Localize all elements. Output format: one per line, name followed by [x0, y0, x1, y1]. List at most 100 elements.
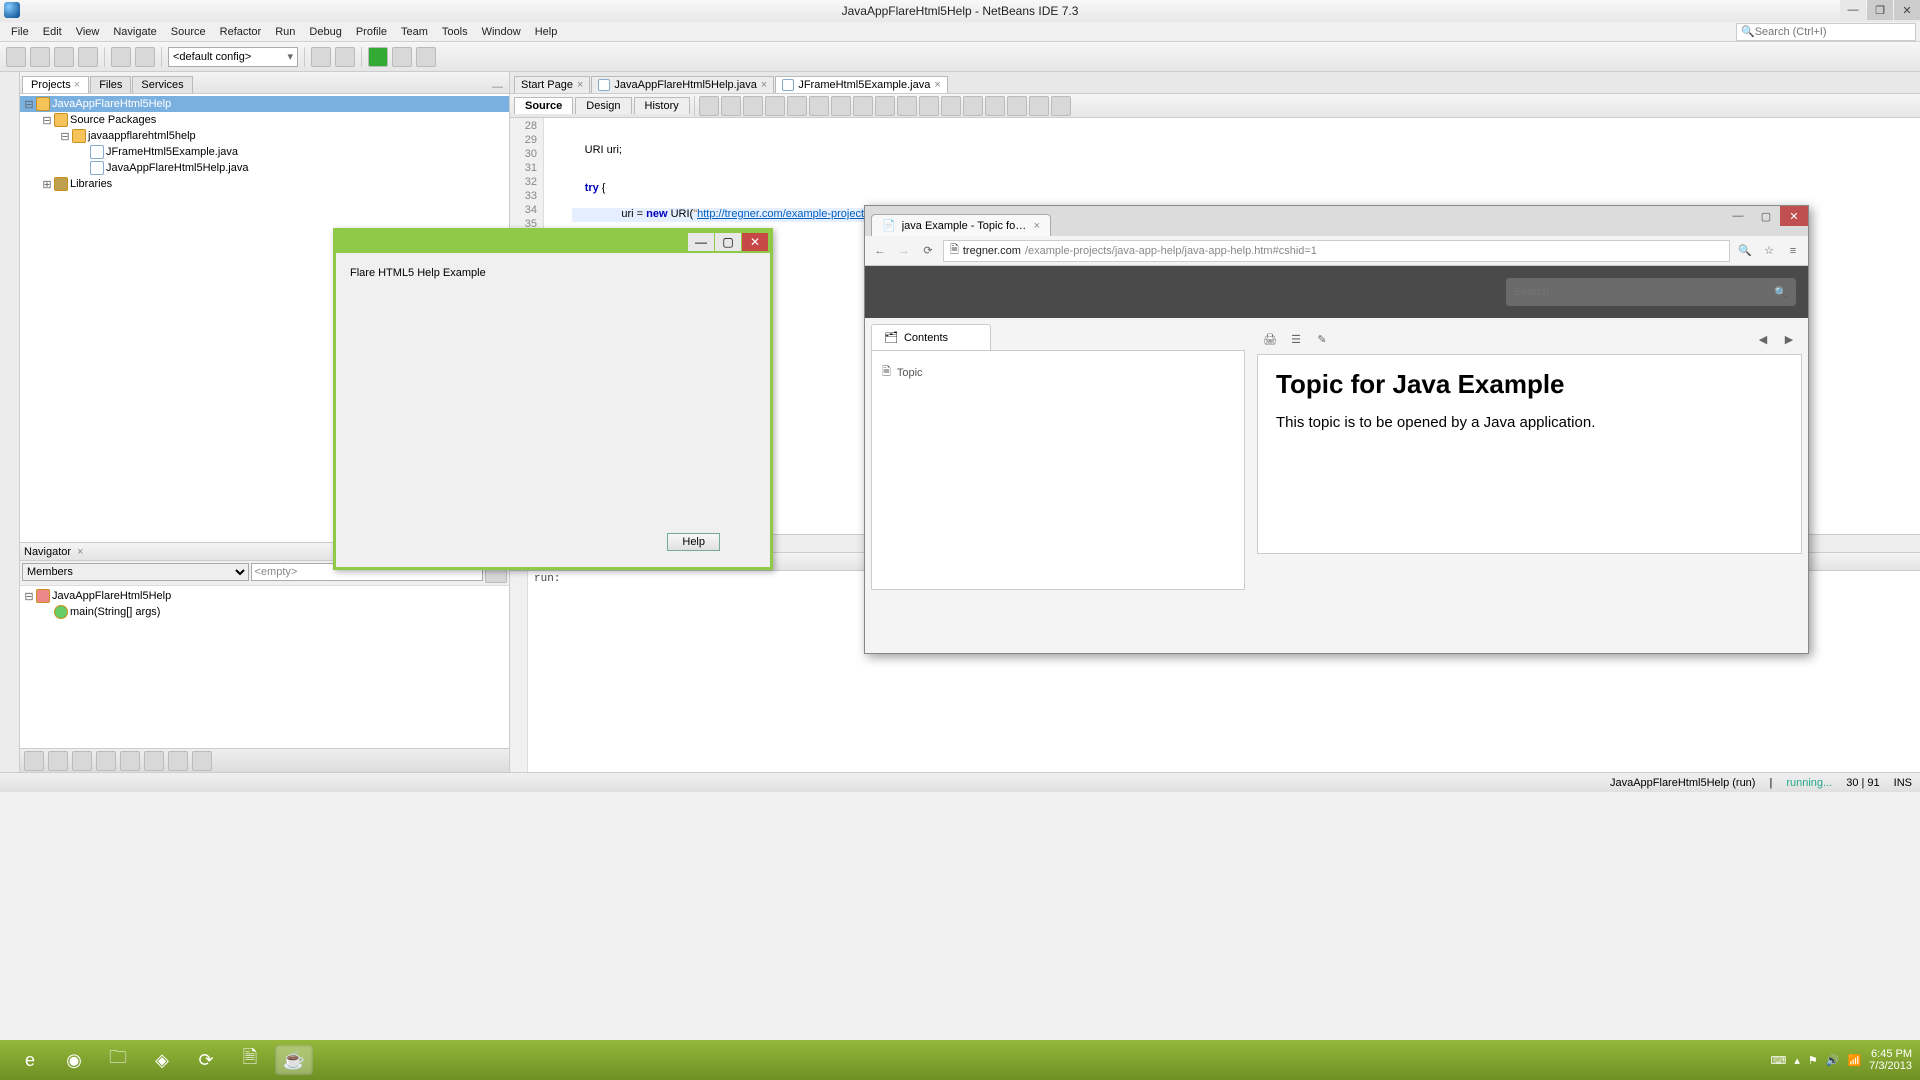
close-icon[interactable]: × [1034, 220, 1040, 232]
tray-icon[interactable]: ⚑ [1808, 1054, 1818, 1067]
menu-window[interactable]: Window [475, 24, 528, 40]
nav-method[interactable]: main(String[] args) [70, 606, 160, 618]
tree-node[interactable]: Libraries [70, 178, 112, 190]
editor-tool-icon[interactable] [721, 96, 741, 116]
reload-icon[interactable]: ⟳ [919, 242, 937, 260]
editor-tool-icon[interactable] [919, 96, 939, 116]
build-icon[interactable] [311, 47, 331, 67]
system-tray[interactable]: ⌨ ▴ ⚑ 🔊 📶 6:45 PM 7/3/2013 [1770, 1048, 1912, 1072]
java-app-window[interactable]: — ▢ ✕ Flare HTML5 Help Example Help [333, 228, 773, 570]
close-button[interactable]: ✕ [1894, 0, 1920, 20]
close-icon[interactable]: × [77, 546, 83, 558]
subtab-design[interactable]: Design [575, 97, 631, 114]
editor-tab-file[interactable]: JFrameHtml5Example.java× [775, 76, 947, 93]
tray-icon[interactable]: 🔊 [1826, 1054, 1840, 1067]
minimize-button[interactable]: — [1724, 206, 1752, 226]
open-project-icon[interactable] [54, 47, 74, 67]
filter-icon[interactable] [120, 751, 140, 771]
editor-tool-icon[interactable] [897, 96, 917, 116]
menu-team[interactable]: Team [394, 24, 435, 40]
editor-tool-icon[interactable] [985, 96, 1005, 116]
menu-view[interactable]: View [69, 24, 107, 40]
tree-file[interactable]: JFrameHtml5Example.java [106, 146, 238, 158]
tree-node[interactable]: Source Packages [70, 114, 156, 126]
filter-icon[interactable] [96, 751, 116, 771]
tab-services[interactable]: Services [132, 76, 192, 93]
editor-tool-icon[interactable] [831, 96, 851, 116]
maximize-button[interactable]: ❐ [1867, 0, 1893, 20]
close-icon[interactable]: × [934, 79, 940, 91]
filter-icon[interactable] [48, 751, 68, 771]
tree-file[interactable]: JavaAppFlareHtml5Help.java [106, 162, 248, 174]
close-button[interactable]: ✕ [742, 233, 768, 251]
editor-tool-icon[interactable] [765, 96, 785, 116]
quick-search-input[interactable] [1755, 26, 1895, 38]
subtab-history[interactable]: History [634, 97, 690, 114]
editor-tool-icon[interactable] [699, 96, 719, 116]
filter-icon[interactable] [168, 751, 188, 771]
print-icon[interactable]: 🖨 [1261, 330, 1279, 348]
tree-node[interactable]: javaappflarehtml5help [88, 130, 196, 142]
navigator-view-select[interactable]: Members [22, 563, 249, 581]
highlight-icon[interactable]: ✎ [1313, 330, 1331, 348]
menu-refactor[interactable]: Refactor [213, 24, 269, 40]
new-file-icon[interactable] [6, 47, 26, 67]
menu-edit[interactable]: Edit [36, 24, 69, 40]
debug-icon[interactable] [392, 47, 412, 67]
menu-profile[interactable]: Profile [349, 24, 394, 40]
help-search-box[interactable]: 🔍 [1506, 278, 1796, 306]
menu-navigate[interactable]: Navigate [106, 24, 163, 40]
clock[interactable]: 6:45 PM 7/3/2013 [1869, 1048, 1912, 1072]
tab-projects[interactable]: Projects× [22, 76, 89, 93]
next-topic-icon[interactable]: ▶ [1780, 330, 1798, 348]
forward-icon[interactable]: → [895, 242, 913, 260]
chrome-tab[interactable]: 📄 java Example - Topic for J... × [871, 214, 1051, 236]
search-icon[interactable]: 🔍 [1774, 286, 1788, 299]
editor-tool-icon[interactable] [1029, 96, 1049, 116]
editor-tool-icon[interactable] [743, 96, 763, 116]
navigator-tree[interactable]: ⊟JavaAppFlareHtml5Help main(String[] arg… [20, 586, 509, 748]
windows-taskbar[interactable]: e ◉ 🗀 ◈ ⟳ 🗎 ☕ ⌨ ▴ ⚑ 🔊 📶 6:45 PM 7/3/2013 [0, 1040, 1920, 1080]
config-selector[interactable]: <default config> [168, 47, 298, 67]
filter-icon[interactable] [72, 751, 92, 771]
menu-help[interactable]: Help [528, 24, 565, 40]
menu-icon[interactable]: ≡ [1784, 242, 1802, 260]
tab-files[interactable]: Files [90, 76, 131, 93]
editor-tool-icon[interactable] [1051, 96, 1071, 116]
editor-tool-icon[interactable] [1007, 96, 1027, 116]
menu-source[interactable]: Source [164, 24, 213, 40]
minimize-button[interactable]: — [1840, 0, 1866, 20]
run-icon[interactable] [368, 47, 388, 67]
back-icon[interactable]: ← [871, 242, 889, 260]
nav-class[interactable]: JavaAppFlareHtml5Help [52, 590, 171, 602]
project-root[interactable]: JavaAppFlareHtml5Help [52, 98, 171, 110]
quick-search[interactable]: 🔍 [1736, 23, 1916, 41]
zoom-icon[interactable]: 🔍 [1736, 242, 1754, 260]
editor-tab-file[interactable]: JavaAppFlareHtml5Help.java× [591, 76, 774, 93]
tray-icon[interactable]: ⌨ [1770, 1054, 1786, 1067]
filter-icon[interactable] [192, 751, 212, 771]
contents-tab[interactable]: 🗂 Contents [871, 324, 991, 350]
save-all-icon[interactable] [78, 47, 98, 67]
profile-icon[interactable] [416, 47, 436, 67]
close-icon[interactable]: × [761, 79, 767, 91]
address-bar[interactable]: 🗎 tregner.com/example-projects/java-app-… [943, 240, 1730, 262]
close-icon[interactable]: × [74, 79, 80, 91]
menu-run[interactable]: Run [268, 24, 302, 40]
filter-icon[interactable] [24, 751, 44, 771]
editor-tool-icon[interactable] [963, 96, 983, 116]
redo-icon[interactable] [135, 47, 155, 67]
star-icon[interactable]: ☆ [1760, 242, 1778, 260]
undo-icon[interactable] [111, 47, 131, 67]
close-button[interactable]: ✕ [1780, 206, 1808, 226]
clean-build-icon[interactable] [335, 47, 355, 67]
filter-icon[interactable] [144, 751, 164, 771]
expand-icon[interactable]: ☰ [1287, 330, 1305, 348]
taskbar-app-icon[interactable]: 🗎 [231, 1045, 269, 1075]
tray-icon[interactable]: ▴ [1794, 1054, 1800, 1067]
minimize-button[interactable]: — [688, 233, 714, 251]
toc-item[interactable]: 🗎 Topic [880, 359, 1236, 386]
editor-tool-icon[interactable] [875, 96, 895, 116]
help-search-input[interactable] [1514, 286, 1774, 298]
prev-topic-icon[interactable]: ◀ [1754, 330, 1772, 348]
